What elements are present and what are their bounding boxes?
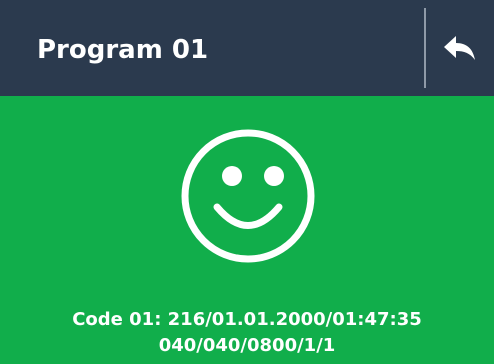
result-panel: Code 01: 216/01.01.2000/01:47:35 040/040… [0,96,494,364]
status-code-line-2: 040/040/0800/1/1 [158,335,336,356]
back-button[interactable] [426,0,494,96]
header-bar: Program 01 [0,0,494,96]
screen: Program 01 Code 01: 216/01.01.2000/01:47… [0,0,494,364]
status-code-line-1: Code 01: 216/01.01.2000/01:47:35 [72,309,422,330]
smiley-face-icon [181,129,315,263]
back-arrow-icon [444,36,475,60]
page-title: Program 01 [37,35,209,65]
